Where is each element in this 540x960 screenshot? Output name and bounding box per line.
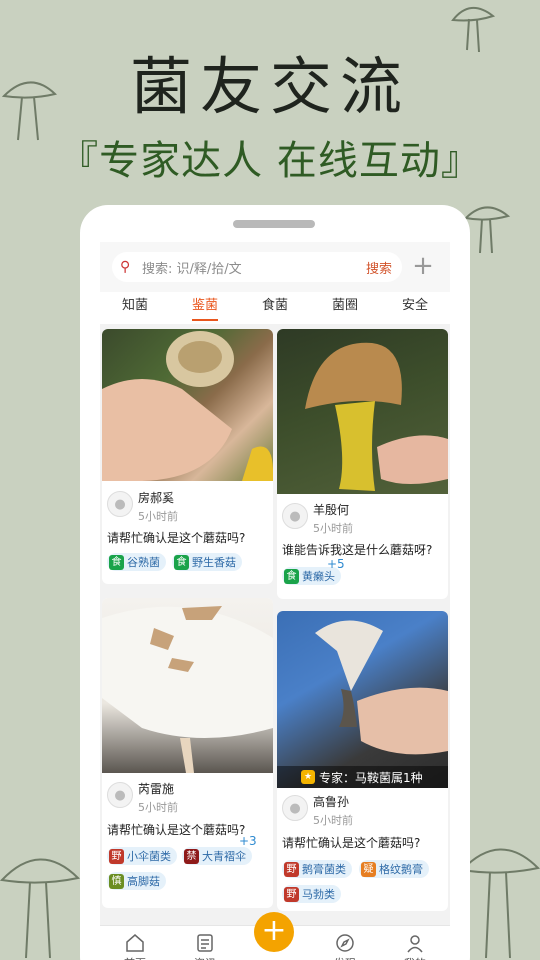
species-tag[interactable]: 野 鹅膏菌类 <box>282 860 352 878</box>
species-tag[interactable]: 食 野生香菇 <box>172 553 242 571</box>
user-name[interactable]: 羊殷何 <box>313 501 349 518</box>
wild-icon: 野 <box>109 848 124 864</box>
species-tag[interactable]: 野 马勃类 <box>282 885 341 903</box>
nav-home-label: 首页 <box>100 955 170 960</box>
user-avatar: ● <box>107 491 133 517</box>
nav-me-label: 我的 <box>380 955 450 960</box>
news-icon <box>197 934 213 952</box>
post-meta: ● 芮雷施 5小时前 请帮忙确认是这个蘑菇吗? 野 小伞菌类 禁 大青褶伞 +3… <box>102 778 273 908</box>
post-meta: ● 羊殷何 5小时前 谁能告诉我这是什么蘑菇呀? 食 黄癞头 +5 <box>277 499 448 599</box>
tag-label: 格纹鹅膏 <box>379 863 423 876</box>
more-tags-count[interactable]: +3 <box>239 834 257 848</box>
tag-label: 小伞菌类 <box>127 850 171 863</box>
mushroom-avatar-icon: ● <box>289 508 301 524</box>
post-photo[interactable]: ★ 专家：马鞍菌属1种 <box>277 611 448 788</box>
nav-me[interactable]: 我的 <box>380 926 450 960</box>
wild-icon: 野 <box>284 861 299 877</box>
user-name[interactable]: 高鲁孙 <box>313 793 349 810</box>
post-question: 请帮忙确认是这个蘑菇吗? <box>107 823 246 837</box>
more-tags-count[interactable]: +5 <box>327 557 345 571</box>
nav-news-label: 资讯 <box>170 955 240 960</box>
species-tag[interactable]: 野 小伞菌类 <box>107 847 177 865</box>
forbidden-icon: 禁 <box>184 848 199 864</box>
post-question: 谁能告诉我这是什么蘑菇呀? <box>282 543 433 557</box>
phone-frame: ⚲ 搜索: 识/释/拾/文 搜索 + 知菌 鉴菌 食菌 菌圈 安全 ● 房郝奚 … <box>80 205 470 960</box>
compass-icon <box>336 934 354 952</box>
mushroom-avatar-icon: ● <box>289 800 301 816</box>
mushroom-avatar-icon: ● <box>114 496 126 512</box>
app-screen: ⚲ 搜索: 识/释/拾/文 搜索 + 知菌 鉴菌 食菌 菌圈 安全 ● 房郝奚 … <box>100 242 450 960</box>
expert-banner[interactable]: ★ 专家：马鞍菌属1种 <box>277 766 448 788</box>
post-card[interactable]: ● 房郝奚 5小时前 请帮忙确认是这个蘑菇吗? 食 谷熟菌 食 野生香菇 <box>102 329 273 584</box>
post-photo[interactable] <box>277 329 448 494</box>
user-icon <box>407 935 423 953</box>
nav-home[interactable]: 首页 <box>100 926 170 960</box>
post-card[interactable]: ● 羊殷何 5小时前 谁能告诉我这是什么蘑菇呀? 食 黄癞头 +5 <box>277 329 448 599</box>
nav-discover-label: 发现 <box>310 955 380 960</box>
post-time: 5小时前 <box>313 814 353 827</box>
search-icon: ⚲ <box>120 259 131 275</box>
publish-plus-button[interactable]: + <box>254 912 294 952</box>
mushroom-sketch-icon <box>0 70 60 154</box>
mushroom-avatar-icon: ● <box>114 787 126 803</box>
tab-junquan[interactable]: 菌圈 <box>310 292 380 324</box>
wild-icon: 野 <box>284 886 299 902</box>
tag-label: 野生香菇 <box>192 556 236 569</box>
mushroom-sketch-icon <box>0 840 81 960</box>
phone-speaker <box>233 220 315 228</box>
tab-jianjun[interactable]: 鉴菌 <box>170 292 240 324</box>
edible-icon: 食 <box>284 568 299 584</box>
post-card[interactable]: ● 芮雷施 5小时前 请帮忙确认是这个蘑菇吗? 野 小伞菌类 禁 大青褶伞 +3… <box>102 598 273 908</box>
home-icon <box>126 934 144 952</box>
post-time: 5小时前 <box>138 801 178 814</box>
edible-icon: 食 <box>109 554 124 570</box>
doubt-icon: 疑 <box>361 861 376 877</box>
category-tabs: 知菌 鉴菌 食菌 菌圈 安全 <box>100 292 450 324</box>
banner-subtitle: 『专家达人 在线互动』 <box>58 138 482 184</box>
caution-icon: 慎 <box>109 873 124 889</box>
post-time: 5小时前 <box>138 510 178 523</box>
species-tag[interactable]: 禁 大青褶伞 <box>182 847 252 865</box>
tag-label: 大青褶伞 <box>202 850 246 863</box>
search-button[interactable]: 搜索 <box>366 258 392 277</box>
post-meta: ● 房郝奚 5小时前 请帮忙确认是这个蘑菇吗? 食 谷熟菌 食 野生香菇 <box>102 487 273 582</box>
user-avatar: ● <box>282 503 308 529</box>
post-photo[interactable] <box>102 598 273 773</box>
expert-badge-icon: ★ <box>301 770 315 784</box>
nav-news[interactable]: 资讯 <box>170 926 240 960</box>
expert-label: 专家：马鞍菌属1种 <box>319 770 423 785</box>
user-avatar: ● <box>282 795 308 821</box>
tab-anquan[interactable]: 安全 <box>380 292 450 324</box>
species-tag[interactable]: 疑 格纹鹅膏 <box>359 860 429 878</box>
search-bar[interactable]: ⚲ 搜索: 识/释/拾/文 搜索 <box>112 252 402 282</box>
post-time: 5小时前 <box>313 522 353 535</box>
user-name[interactable]: 芮雷施 <box>138 780 174 797</box>
tag-label: 鹅膏菌类 <box>302 863 346 876</box>
post-photo[interactable] <box>102 329 273 481</box>
user-avatar: ● <box>107 782 133 808</box>
add-icon[interactable]: + <box>412 253 434 280</box>
mushroom-sketch-icon <box>445 0 505 64</box>
tag-label: 谷熟菌 <box>127 556 160 569</box>
top-bar: ⚲ 搜索: 识/释/拾/文 搜索 + <box>100 242 450 292</box>
user-name[interactable]: 房郝奚 <box>138 489 174 506</box>
nav-discover[interactable]: 发现 <box>310 926 380 960</box>
post-question: 请帮忙确认是这个蘑菇吗? <box>282 836 421 850</box>
post-feed: ● 房郝奚 5小时前 请帮忙确认是这个蘑菇吗? 食 谷熟菌 食 野生香菇 ● 羊… <box>100 324 450 924</box>
edible-icon: 食 <box>174 554 189 570</box>
tab-shijun[interactable]: 食菌 <box>240 292 310 324</box>
post-question: 请帮忙确认是这个蘑菇吗? <box>107 531 246 545</box>
tag-label: 马勃类 <box>302 888 335 901</box>
search-input[interactable]: 搜索: 识/释/拾/文 <box>142 258 366 277</box>
post-card[interactable]: ★ 专家：马鞍菌属1种 ● 高鲁孙 5小时前 请帮忙确认是这个蘑菇吗? 野 鹅膏… <box>277 611 448 911</box>
tab-zhijun[interactable]: 知菌 <box>100 292 170 324</box>
post-meta: ● 高鲁孙 5小时前 请帮忙确认是这个蘑菇吗? 野 鹅膏菌类 疑 格纹鹅膏 野 … <box>277 791 448 911</box>
species-tag[interactable]: 食 谷熟菌 <box>107 553 166 571</box>
tag-label: 高脚菇 <box>127 875 160 888</box>
mushroom-sketch-icon <box>459 830 540 960</box>
species-tag[interactable]: 慎 高脚菇 <box>107 872 166 890</box>
